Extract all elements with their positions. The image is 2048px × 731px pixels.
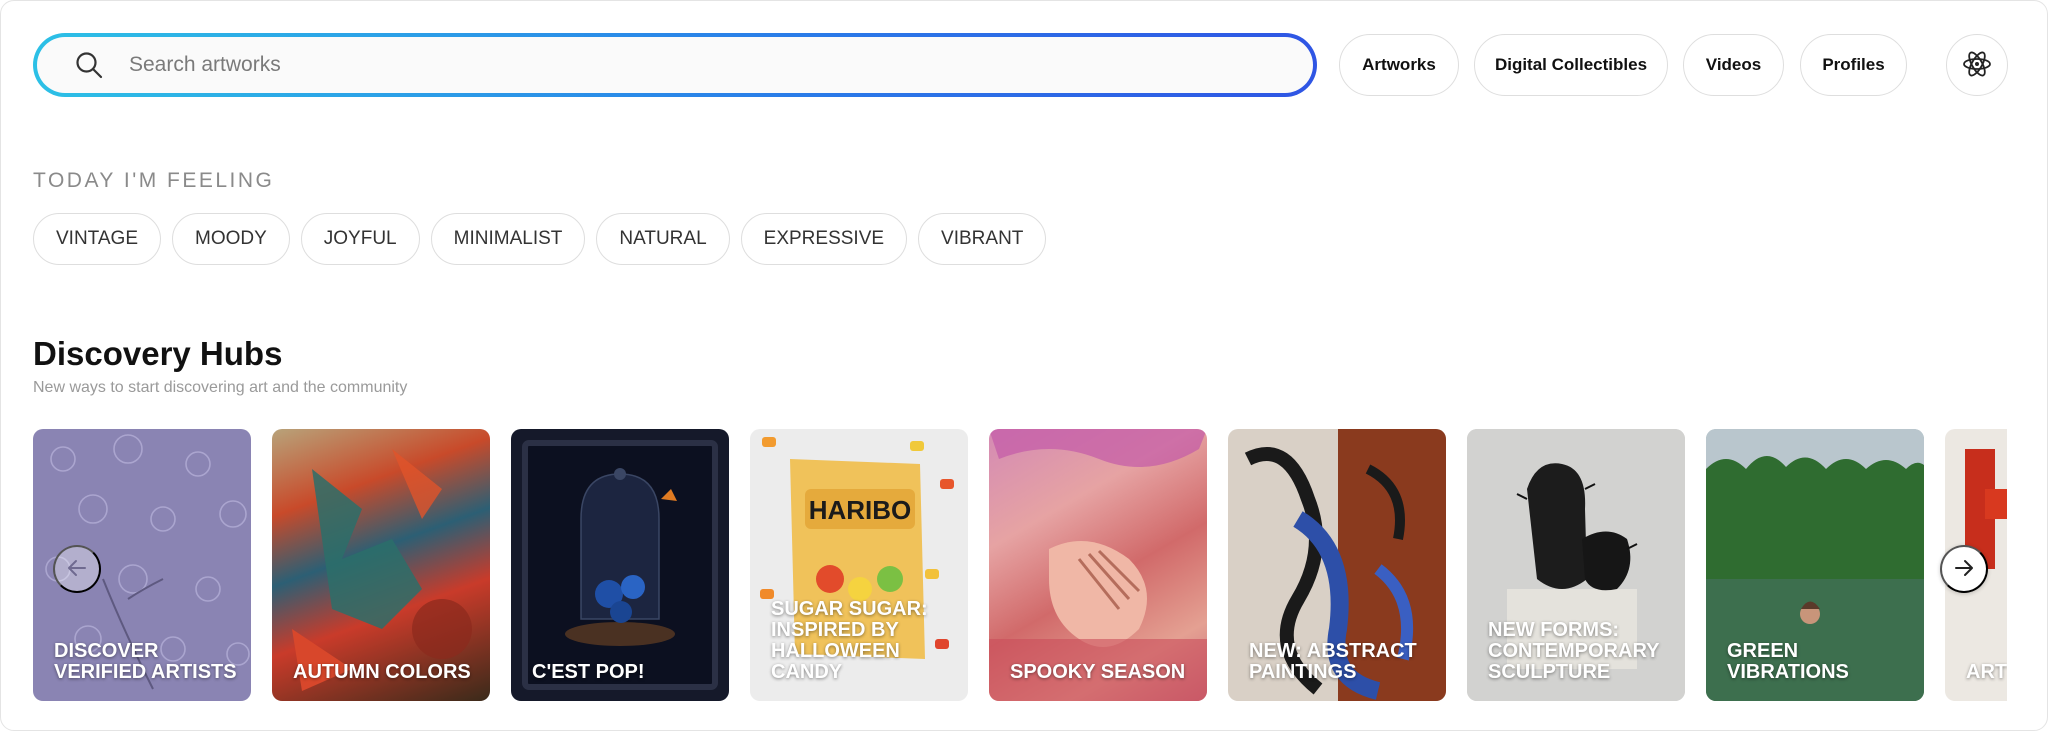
hubs-subtitle: New ways to start discovering art and th… — [33, 379, 408, 396]
hub-card-green-vibrations[interactable]: GREEN VIBRATIONS — [1706, 429, 1924, 701]
atom-button[interactable] — [1946, 34, 2008, 96]
mood-chip-vintage[interactable]: VINTAGE — [33, 213, 161, 265]
search-bar[interactable] — [33, 33, 1317, 97]
arrow-right-icon — [1952, 556, 1976, 583]
svg-text:HARIBO: HARIBO — [809, 495, 912, 525]
hubs-title: Discovery Hubs — [33, 335, 283, 372]
hub-card-abstract-paintings[interactable]: NEW: ABSTRACT PAINTINGS — [1228, 429, 1446, 701]
filter-digital-collectibles-button[interactable]: Digital Collectibles — [1474, 34, 1668, 96]
mood-chip-row: VINTAGE MOODY JOYFUL MINIMALIST NATURAL … — [33, 213, 1047, 265]
atom-icon — [1961, 48, 1993, 83]
mood-chip-natural[interactable]: NATURAL — [596, 213, 730, 265]
mood-section-title: TODAY I'M FEELING — [33, 169, 275, 192]
hub-card-label: C'EST POP! — [532, 661, 645, 683]
mood-chip-moody[interactable]: MOODY — [172, 213, 290, 265]
hub-card-cest-pop[interactable]: C'EST POP! — [511, 429, 729, 701]
hub-card-label: SUGAR SUGAR: INSPIRED BY HALLOWEEN CANDY — [771, 598, 928, 683]
hub-card-label: NEW FORMS: CONTEMPORARY SCULPTURE — [1488, 619, 1660, 683]
hub-card-label: NEW: ABSTRACT PAINTINGS — [1249, 640, 1417, 683]
hub-card-autumn-colors[interactable]: AUTUMN COLORS — [272, 429, 490, 701]
search-icon — [37, 50, 129, 80]
mood-chip-joyful[interactable]: JOYFUL — [300, 213, 420, 265]
filter-artworks-button[interactable]: Artworks — [1339, 34, 1459, 96]
mood-chip-minimalist[interactable]: MINIMALIST — [430, 213, 586, 265]
page-frame: Artworks Digital Collectibles Videos Pro… — [0, 0, 2048, 731]
hub-card-contemporary-sculpture[interactable]: NEW FORMS: CONTEMPORARY SCULPTURE — [1467, 429, 1685, 701]
mood-chip-expressive[interactable]: EXPRESSIVE — [740, 213, 908, 265]
carousel-prev-button[interactable] — [53, 545, 101, 593]
search-input[interactable] — [129, 53, 1313, 77]
carousel-next-button[interactable] — [1940, 545, 1988, 593]
hub-card-label: AUTUMN COLORS — [293, 661, 471, 683]
hub-card-label: ART WAT LOFT — [1966, 661, 2007, 683]
hub-card-label: DISCOVER VERIFIED ARTISTS — [54, 640, 237, 683]
hub-card-sugar-sugar[interactable]: HARIBO SUGAR SUGAR: INSPIRED BY HALLOWEE… — [750, 429, 968, 701]
hubs-carousel: DISCOVER VERIFIED ARTISTS AUTUMN COLORS — [33, 429, 2007, 703]
arrow-left-icon — [65, 556, 89, 583]
mood-chip-vibrant[interactable]: VIBRANT — [918, 213, 1047, 265]
hub-card-label: SPOOKY SEASON — [1010, 661, 1186, 683]
hub-card-label: GREEN VIBRATIONS — [1727, 640, 1849, 683]
filter-profiles-button[interactable]: Profiles — [1800, 34, 1907, 96]
hub-card-spooky-season[interactable]: SPOOKY SEASON — [989, 429, 1207, 701]
filter-videos-button[interactable]: Videos — [1683, 34, 1784, 96]
